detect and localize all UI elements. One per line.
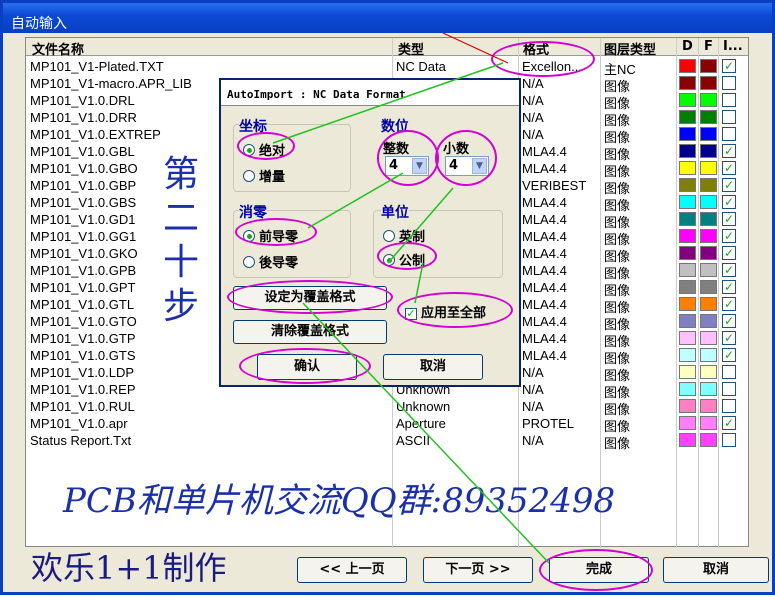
annotation-arrows — [272, 32, 550, 564]
auto-import-window: 自动输入 文件名称 类型 格式 图层类型 D F I... MP101_V1-P… — [0, 0, 775, 595]
